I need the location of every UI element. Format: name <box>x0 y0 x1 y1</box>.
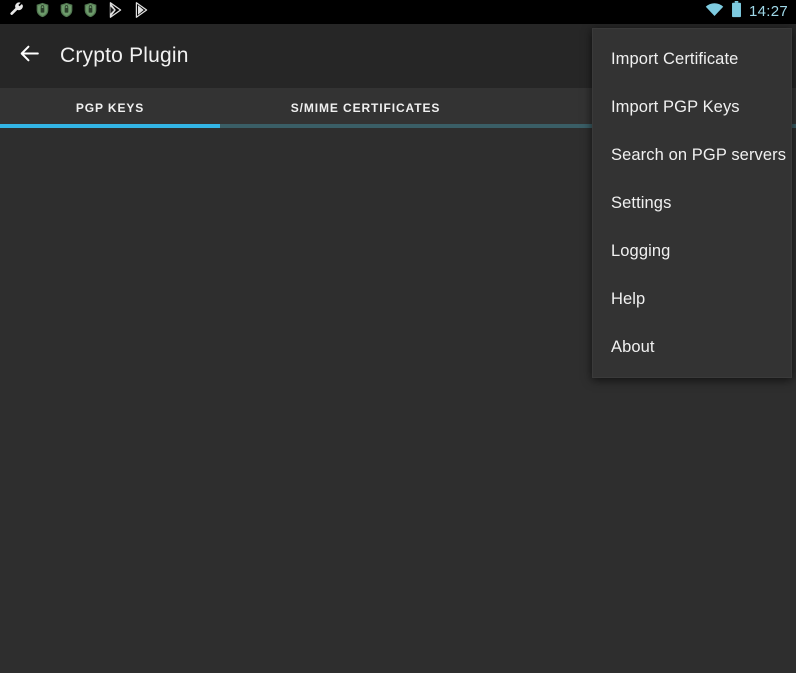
menu-item-about[interactable]: About <box>593 323 791 371</box>
menu-item-label: Help <box>611 289 646 308</box>
back-button[interactable] <box>0 24 58 88</box>
wrench-icon <box>8 1 25 23</box>
menu-item-label: Import Certificate <box>611 49 739 68</box>
menu-item-search-on-pgp-servers[interactable]: Search on PGP servers <box>593 131 791 179</box>
menu-item-import-pgp-keys[interactable]: Import PGP Keys <box>593 83 791 131</box>
shield-icon-2 <box>60 2 73 23</box>
menu-item-help[interactable]: Help <box>593 275 791 323</box>
shield-icon-3 <box>84 2 97 23</box>
play-store-icon-1 <box>108 1 123 23</box>
tab-pgp-keys-label: PGP KEYS <box>75 101 145 115</box>
menu-item-import-certificate[interactable]: Import Certificate <box>593 35 791 83</box>
status-bar-clock: 14:27 <box>748 3 788 20</box>
menu-item-label: Import PGP Keys <box>611 97 740 116</box>
back-arrow-icon <box>17 41 42 71</box>
play-store-icon-2 <box>134 1 149 23</box>
wifi-icon <box>705 2 724 22</box>
page-title: Crypto Plugin <box>60 44 189 67</box>
battery-full-icon <box>731 1 742 23</box>
menu-item-logging[interactable]: Logging <box>593 227 791 275</box>
menu-item-label: Settings <box>611 193 672 212</box>
tab-pgp-keys[interactable]: PGP KEYS <box>0 88 220 128</box>
status-bar: 14:27 <box>0 0 796 24</box>
status-bar-notification-icons <box>0 0 149 24</box>
menu-item-label: Logging <box>611 241 671 260</box>
menu-item-settings[interactable]: Settings <box>593 179 791 227</box>
tab-smime-certificates[interactable]: S/MIME CERTIFICATES <box>220 88 511 128</box>
status-bar-system-icons: 14:27 <box>705 0 788 24</box>
menu-item-label: About <box>611 337 655 356</box>
app-screen: 14:27 Crypto Plugin PGP KEYS S/MIME CERT… <box>0 0 796 673</box>
tab-smime-certificates-label: S/MIME CERTIFICATES <box>290 101 441 115</box>
menu-item-label: Search on PGP servers <box>611 145 787 164</box>
overflow-menu: Import Certificate Import PGP Keys Searc… <box>592 28 792 378</box>
shield-icon-1 <box>36 2 49 23</box>
